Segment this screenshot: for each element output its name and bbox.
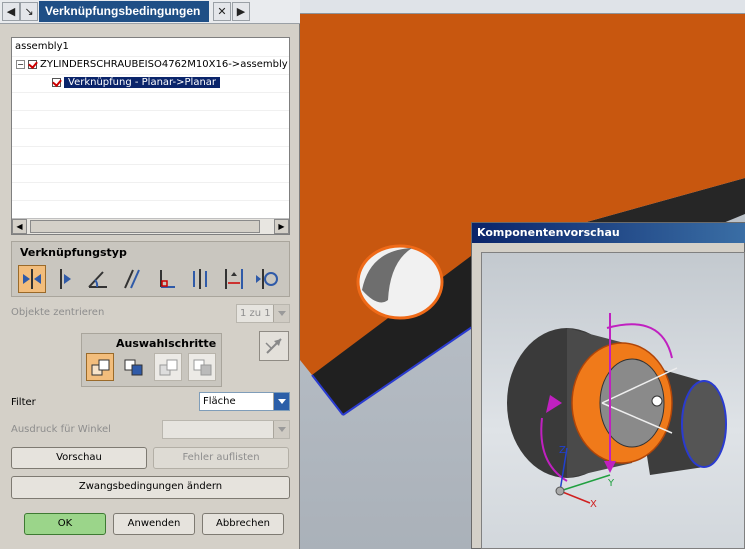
chevron-right-icon[interactable]: ▶ xyxy=(232,2,250,21)
scroll-left-icon[interactable]: ◀ xyxy=(12,219,27,234)
checkbox-checked-icon[interactable] xyxy=(52,77,61,87)
chevron-down-icon[interactable] xyxy=(273,393,289,410)
pin-icon[interactable]: ↘ xyxy=(20,2,38,21)
constraint-tree[interactable]: assembly1 − ZYLINDERSCHRAUBEISO4762M10X16… xyxy=(11,37,290,235)
parallel-icon[interactable] xyxy=(118,265,146,293)
tree-item-constraint[interactable]: Verknüpfung - Planar->Planar xyxy=(12,74,289,93)
tree-constraint-label: Verknüpfung - Planar->Planar xyxy=(64,77,221,88)
align-icon[interactable] xyxy=(50,265,78,293)
tree-empty-row xyxy=(12,128,289,147)
axis-z-label: Z xyxy=(559,445,566,456)
selection-steps-group: Auswahlschritte xyxy=(81,333,222,387)
ok-button[interactable]: OK xyxy=(24,513,106,535)
filter-value: Fläche xyxy=(203,396,236,407)
tree-item-root[interactable]: assembly1 xyxy=(12,38,289,57)
angle-expression-field[interactable] xyxy=(162,420,290,439)
chevron-left-icon[interactable]: ◀ xyxy=(2,2,20,21)
tree-empty-row xyxy=(12,164,289,183)
tree-empty-row xyxy=(12,92,289,111)
cancel-button[interactable]: Abbrechen xyxy=(202,513,284,535)
center-objects-label: Objekte zentrieren xyxy=(11,307,105,318)
apply-button[interactable]: Anwenden xyxy=(113,513,195,535)
axis-y-label: Y xyxy=(607,478,615,489)
reverse-arrow-icon xyxy=(265,338,282,354)
center-objects-select[interactable]: 1 zu 1 xyxy=(236,304,290,323)
tree-item-component[interactable]: − ZYLINDERSCHRAUBEISO4762M10X16->assembly xyxy=(12,56,289,75)
reverse-direction-button[interactable] xyxy=(259,331,289,361)
screw-preview-graphic: Z Y X xyxy=(507,313,727,510)
mate-icon[interactable] xyxy=(18,265,46,293)
center-objects-value: 1 zu 1 xyxy=(240,308,271,319)
mating-conditions-dialog: ◀ ↘ Verknüpfungsbedingungen ✕ ▶ assembly… xyxy=(0,0,300,549)
preview-button[interactable]: Vorschau xyxy=(11,447,147,469)
filter-select[interactable]: Fläche xyxy=(199,392,290,411)
axis-x-label: X xyxy=(590,499,597,510)
constraint-type-group: Verknüpfungstyp xyxy=(11,241,290,297)
step-to-object-icon[interactable] xyxy=(119,353,147,381)
checkbox-checked-icon[interactable] xyxy=(28,59,37,69)
tree-empty-row xyxy=(12,182,289,201)
step-fourth-object-icon[interactable] xyxy=(188,353,216,381)
dialog-titlebar: ◀ ↘ Verknüpfungsbedingungen ✕ ▶ xyxy=(0,0,300,24)
chevron-down-icon[interactable] xyxy=(273,305,289,322)
step-third-object-icon[interactable] xyxy=(154,353,182,381)
close-icon[interactable]: ✕ xyxy=(213,2,231,21)
list-errors-button[interactable]: Fehler auflisten xyxy=(153,447,289,469)
chevron-down-icon[interactable] xyxy=(273,421,289,438)
tree-root-label: assembly1 xyxy=(15,41,69,52)
filter-label: Filter xyxy=(11,397,36,408)
tree-empty-row xyxy=(12,200,289,219)
collapse-icon[interactable]: − xyxy=(16,59,25,69)
tree-component-label: ZYLINDERSCHRAUBEISO4762M10X16->assembly xyxy=(40,59,288,70)
step-from-object-icon[interactable] xyxy=(86,353,114,381)
tree-empty-row xyxy=(12,110,289,129)
distance-icon[interactable] xyxy=(220,265,248,293)
constraint-type-label: Verknüpfungstyp xyxy=(20,246,127,259)
tree-empty-row xyxy=(12,146,289,165)
dialog-title: Verknüpfungsbedingungen xyxy=(39,1,209,22)
component-preview-window[interactable]: Komponentenvorschau Z Y X xyxy=(471,222,745,549)
center-icon[interactable] xyxy=(186,265,214,293)
tangent-icon[interactable] xyxy=(254,265,282,293)
perpendicular-icon[interactable] xyxy=(152,265,180,293)
scroll-thumb[interactable] xyxy=(30,220,260,233)
tree-horizontal-scrollbar[interactable]: ◀ ▶ xyxy=(12,218,289,234)
preview-title: Komponentenvorschau xyxy=(472,223,745,243)
selection-steps-label: Auswahlschritte xyxy=(116,337,217,350)
preview-canvas[interactable]: Z Y X xyxy=(481,252,745,549)
angle-icon[interactable] xyxy=(84,265,112,293)
change-constraints-button[interactable]: Zwangsbedingungen ändern xyxy=(11,476,290,499)
angle-expression-label: Ausdruck für Winkel xyxy=(11,424,111,435)
scroll-right-icon[interactable]: ▶ xyxy=(274,219,289,234)
